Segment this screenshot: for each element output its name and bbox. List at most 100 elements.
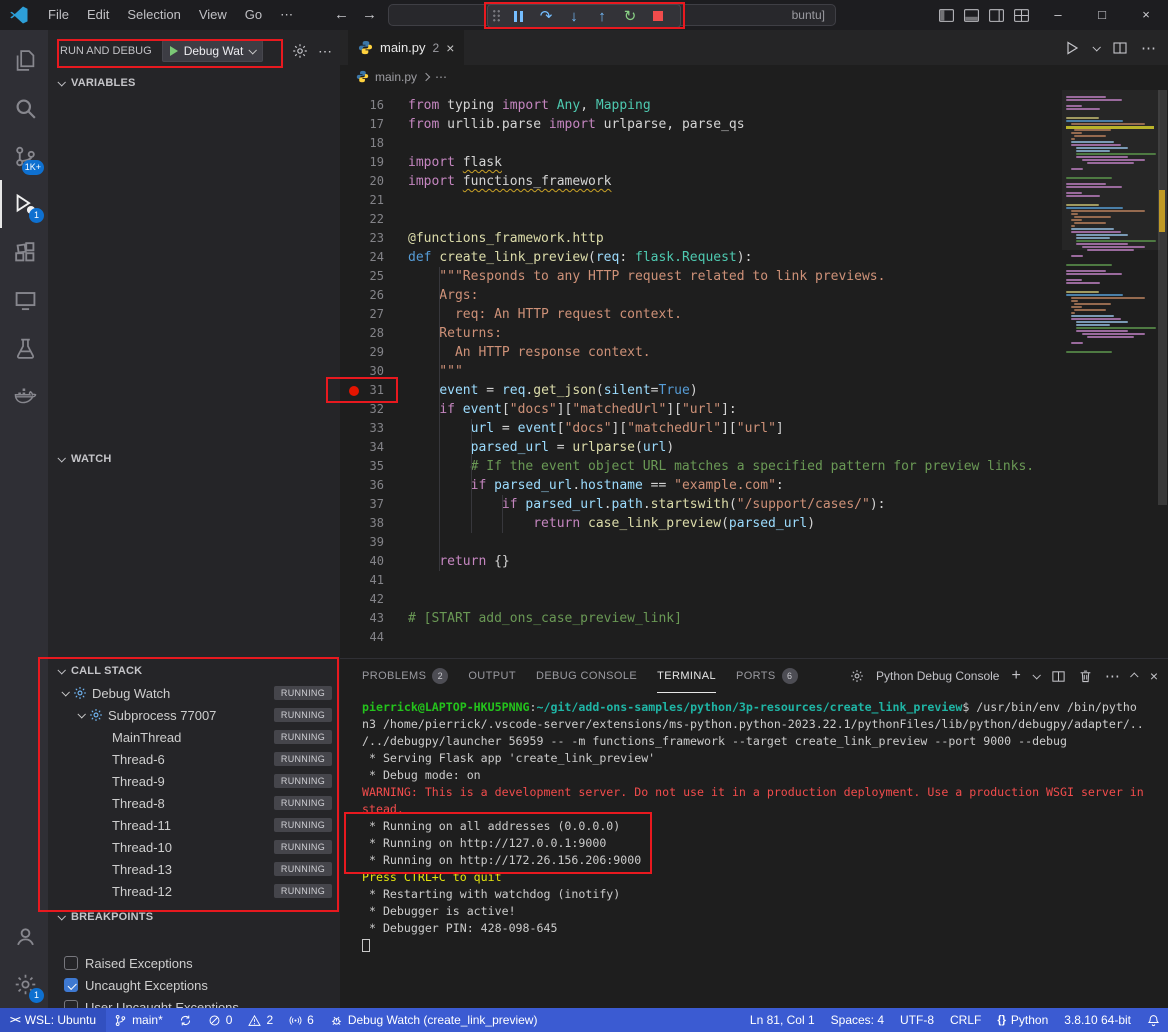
debug-config-dropdown[interactable]: Debug Wat: [162, 40, 264, 62]
step-over-button[interactable]: ↷: [533, 5, 559, 27]
panel-tab-problems[interactable]: PROBLEMS2: [362, 659, 448, 693]
panel-more-actions-icon[interactable]: ⋯: [1105, 667, 1120, 685]
status-warnings[interactable]: 2: [240, 1008, 281, 1032]
checkbox[interactable]: [64, 978, 78, 992]
activity-explorer[interactable]: [0, 36, 48, 84]
breakpoint-raised-exceptions[interactable]: Raised Exceptions: [48, 952, 340, 974]
activity-extensions[interactable]: [0, 228, 48, 276]
breakpoint-icon[interactable]: [349, 386, 359, 396]
activity-settings[interactable]: 1: [0, 960, 48, 1008]
more-actions-icon[interactable]: ⋯: [318, 43, 332, 60]
menu-go[interactable]: Go: [236, 7, 271, 22]
variables-section-header[interactable]: VARIABLES: [48, 72, 340, 94]
breadcrumb[interactable]: main.py ⋯: [340, 65, 1168, 88]
code-editor[interactable]: 1617181920212223242526272829303132333435…: [340, 88, 1168, 658]
status-language-mode[interactable]: {}Python: [989, 1008, 1056, 1032]
callstack-debug-watch[interactable]: Debug WatchRUNNING: [48, 682, 340, 704]
minimize-button[interactable]: –: [1036, 0, 1080, 30]
menu-view[interactable]: View: [190, 7, 236, 22]
status-ports-forwarded[interactable]: 6: [281, 1008, 322, 1032]
status-indentation[interactable]: Spaces: 4: [823, 1008, 892, 1032]
split-terminal-button[interactable]: [1051, 669, 1066, 684]
close-panel-button[interactable]: ×: [1150, 668, 1158, 684]
variables-header-label: VARIABLES: [71, 77, 136, 89]
activity-remote-explorer[interactable]: [0, 276, 48, 324]
menu-bar: FileEditSelectionViewGo⋯: [39, 0, 302, 30]
panel-tab-debug-console[interactable]: DEBUG CONSOLE: [536, 659, 637, 693]
new-terminal-button[interactable]: +: [1011, 667, 1020, 685]
step-into-button[interactable]: ↓: [561, 5, 587, 27]
status-notifications[interactable]: [1139, 1008, 1168, 1032]
maximize-panel-chevron-icon[interactable]: [1130, 672, 1138, 680]
status-remote-indicator[interactable]: ><WSL: Ubuntu: [0, 1008, 106, 1032]
call-stack-section-header[interactable]: CALL STACK: [48, 660, 340, 682]
breakpoints-section-header[interactable]: BREAKPOINTS: [48, 906, 340, 928]
back-arrow-icon[interactable]: ←: [334, 0, 349, 30]
toggle-sidebar-button[interactable]: [938, 7, 955, 24]
menu-edit[interactable]: Edit: [78, 7, 118, 22]
more-editor-actions-icon[interactable]: ⋯: [1141, 39, 1156, 57]
run-python-file-button[interactable]: [1064, 40, 1080, 56]
forward-arrow-icon[interactable]: →: [362, 0, 377, 30]
line-number: 17: [340, 115, 384, 134]
panel-tab-output[interactable]: OUTPUT: [468, 659, 516, 693]
activity-docker[interactable]: [0, 372, 48, 420]
activity-accounts[interactable]: [0, 912, 48, 960]
run-dropdown-chevron-icon[interactable]: [1092, 43, 1100, 51]
callstack-thread-6[interactable]: Thread-6RUNNING: [48, 748, 340, 770]
callstack-thread-11[interactable]: Thread-11RUNNING: [48, 814, 340, 836]
status-eol[interactable]: CRLF: [942, 1008, 989, 1032]
tab-label: main.py: [380, 40, 426, 55]
panel-tab-terminal[interactable]: TERMINAL: [657, 659, 716, 693]
customize-layout-button[interactable]: [1013, 7, 1030, 24]
debug-settings-gear-icon[interactable]: [292, 43, 308, 59]
status-encoding[interactable]: UTF-8: [892, 1008, 942, 1032]
status-sync[interactable]: [171, 1008, 200, 1032]
step-out-button[interactable]: ↑: [589, 5, 615, 27]
minimap[interactable]: [1066, 96, 1154, 516]
menu-selection[interactable]: Selection: [118, 7, 189, 22]
maximize-button[interactable]: □: [1080, 0, 1124, 30]
panel-tab-ports[interactable]: PORTS6: [736, 659, 798, 693]
editor-scrollbar[interactable]: [1157, 88, 1168, 658]
drag-grip-icon[interactable]: [492, 9, 501, 23]
menu-file[interactable]: File: [39, 7, 78, 22]
status-debug-status[interactable]: Debug Watch (create_link_preview): [322, 1008, 546, 1032]
scrollbar-thumb[interactable]: [1158, 90, 1167, 505]
status-python-interpreter[interactable]: 3.8.10 64-bit: [1056, 1008, 1139, 1032]
toggle-panel-button[interactable]: [963, 7, 980, 24]
status-errors[interactable]: 0: [200, 1008, 241, 1032]
callstack-thread-10[interactable]: Thread-10RUNNING: [48, 836, 340, 858]
callstack-thread-8[interactable]: Thread-8RUNNING: [48, 792, 340, 814]
activity-source-control[interactable]: 1K+: [0, 132, 48, 180]
callstack-thread-12[interactable]: Thread-12RUNNING: [48, 880, 340, 902]
activity-testing[interactable]: [0, 324, 48, 372]
terminal-profile-label[interactable]: Python Debug Console: [876, 669, 999, 683]
callstack-mainthread[interactable]: MainThreadRUNNING: [48, 726, 340, 748]
status-git-branch[interactable]: main*: [106, 1008, 171, 1032]
callstack-subprocess-77007[interactable]: Subprocess 77007RUNNING: [48, 704, 340, 726]
broadcast-icon: [289, 1014, 302, 1027]
terminal-output[interactable]: pierrick@LAPTOP-HKU5PNNG:~/git/add-ons-s…: [362, 699, 1164, 1008]
badge: 1K+: [22, 160, 44, 175]
kill-terminal-button[interactable]: [1078, 669, 1093, 684]
close-window-button[interactable]: ×: [1124, 0, 1168, 30]
split-editor-button[interactable]: [1112, 40, 1128, 56]
terminal-dropdown-chevron-icon[interactable]: [1032, 671, 1040, 679]
restart-button[interactable]: ↻: [617, 5, 643, 27]
breakpoint-uncaught-exceptions[interactable]: Uncaught Exceptions: [48, 974, 340, 996]
stop-button[interactable]: [645, 5, 671, 27]
callstack-thread-9[interactable]: Thread-9RUNNING: [48, 770, 340, 792]
menu-more[interactable]: ⋯: [271, 7, 302, 22]
status-cursor-position[interactable]: Ln 81, Col 1: [742, 1008, 823, 1032]
close-tab-icon[interactable]: ×: [446, 40, 454, 56]
toggle-secondary-sidebar-button[interactable]: [988, 7, 1005, 24]
tab-main-py[interactable]: main.py 2 ×: [348, 30, 464, 65]
watch-section-header[interactable]: WATCH: [48, 448, 340, 470]
code-line: if parsed_url.path.startswith("/support/…: [408, 495, 885, 514]
activity-search[interactable]: [0, 84, 48, 132]
pause-button[interactable]: [505, 5, 531, 27]
activity-run-and-debug[interactable]: 1: [0, 180, 48, 228]
callstack-thread-13[interactable]: Thread-13RUNNING: [48, 858, 340, 880]
checkbox[interactable]: [64, 956, 78, 970]
